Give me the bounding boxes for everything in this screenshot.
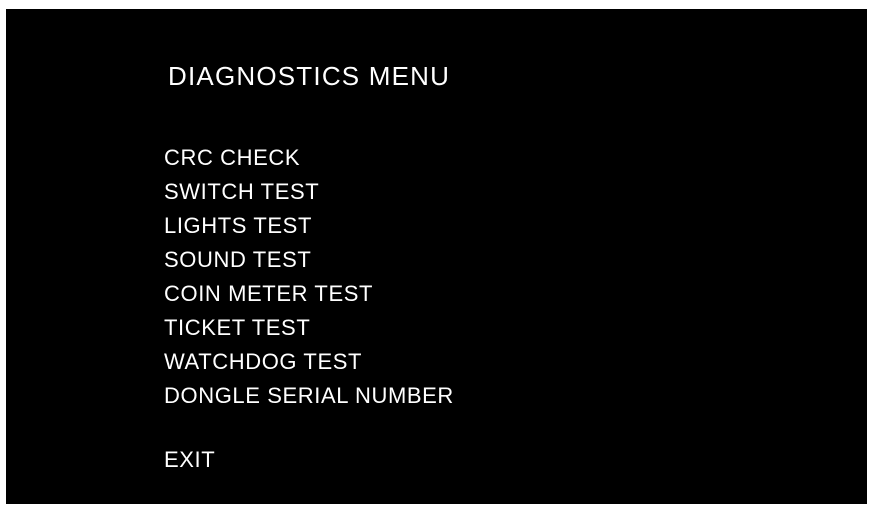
- menu-item-watchdog-test[interactable]: WATCHDOG TEST: [164, 345, 454, 379]
- menu-item-crc-check[interactable]: CRC CHECK: [164, 141, 454, 175]
- menu-item-switch-test[interactable]: SWITCH TEST: [164, 175, 454, 209]
- diagnostics-screen: DIAGNOSTICS MENU CRC CHECK SWITCH TEST L…: [6, 9, 867, 504]
- page-title: DIAGNOSTICS MENU: [168, 61, 451, 91]
- diagnostics-menu-list: CRC CHECK SWITCH TEST LIGHTS TEST SOUND …: [164, 141, 454, 413]
- menu-item-dongle-serial-number[interactable]: DONGLE SERIAL NUMBER: [164, 379, 454, 413]
- exit-menu-item[interactable]: EXIT: [164, 443, 215, 477]
- menu-item-sound-test[interactable]: SOUND TEST: [164, 243, 454, 277]
- menu-item-lights-test[interactable]: LIGHTS TEST: [164, 209, 454, 243]
- menu-item-coin-meter-test[interactable]: COIN METER TEST: [164, 277, 454, 311]
- menu-item-ticket-test[interactable]: TICKET TEST: [164, 311, 454, 345]
